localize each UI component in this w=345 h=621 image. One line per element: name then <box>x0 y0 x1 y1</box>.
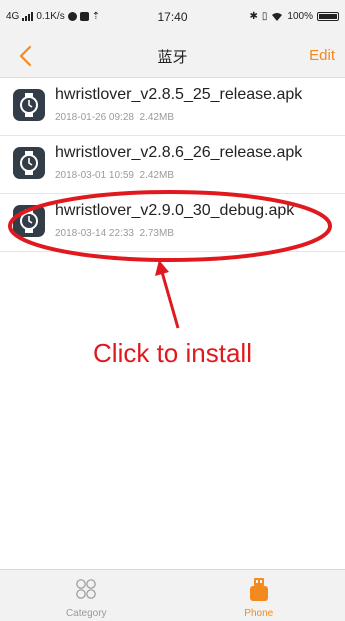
battery-icon <box>317 12 339 21</box>
tab-category-label: Category <box>65 608 107 619</box>
annotation-text: Click to install <box>93 338 252 368</box>
category-icon <box>76 579 97 599</box>
watch-app-icon <box>13 89 45 121</box>
file-name: hwristlover_v2.8.5_25_release.apk <box>55 86 303 103</box>
file-row[interactable]: hwristlover_v2.8.5_25_release.apk 2018-0… <box>0 78 345 136</box>
file-size: 2.42MB <box>139 170 174 181</box>
file-date: 2018-03-14 22:33 <box>55 228 134 239</box>
edit-button[interactable]: Edit <box>309 47 335 64</box>
file-name: hwristlover_v2.9.0_30_debug.apk <box>55 202 295 219</box>
bluetooth-icon: ✱ <box>249 11 258 22</box>
page-title: 蓝牙 <box>157 49 188 66</box>
file-size: 2.73MB <box>139 228 174 239</box>
phone-icon <box>249 578 268 601</box>
nav-bar: 蓝牙 Edit <box>0 34 345 78</box>
tab-category[interactable]: Category <box>0 570 173 621</box>
file-name: hwristlover_v2.8.6_26_release.apk <box>55 144 303 161</box>
vibrate-icon: ▯ <box>261 11 268 22</box>
status-bar: 4G 0.1K/s ⇡ 17:40 ✱ ▯ 100% <box>0 0 345 34</box>
annotation-arrow <box>155 260 180 329</box>
tab-phone-label: Phone <box>244 608 274 619</box>
watch-app-icon <box>13 147 45 179</box>
watch-app-icon <box>13 205 45 237</box>
status-right: ✱ ▯ 100% <box>250 11 339 22</box>
wifi-icon <box>272 12 283 21</box>
battery-percent: 100% <box>287 11 313 22</box>
file-meta: 2018-01-26 09:28 2.42MB <box>55 112 174 123</box>
tab-bar: Category Phone <box>0 569 345 621</box>
tab-phone[interactable]: Phone <box>173 570 345 621</box>
file-date: 2018-03-01 10:59 <box>55 170 134 181</box>
file-size: 2.42MB <box>139 112 174 123</box>
file-date: 2018-01-26 09:28 <box>55 112 134 123</box>
file-list: hwristlover_v2.8.5_25_release.apk 2018-0… <box>0 78 345 252</box>
file-meta: 2018-03-01 10:59 2.42MB <box>55 170 174 181</box>
file-row[interactable]: hwristlover_v2.8.6_26_release.apk 2018-0… <box>0 136 345 194</box>
file-row[interactable]: hwristlover_v2.9.0_30_debug.apk 2018-03-… <box>0 194 345 252</box>
file-meta: 2018-03-14 22:33 2.73MB <box>55 228 174 239</box>
